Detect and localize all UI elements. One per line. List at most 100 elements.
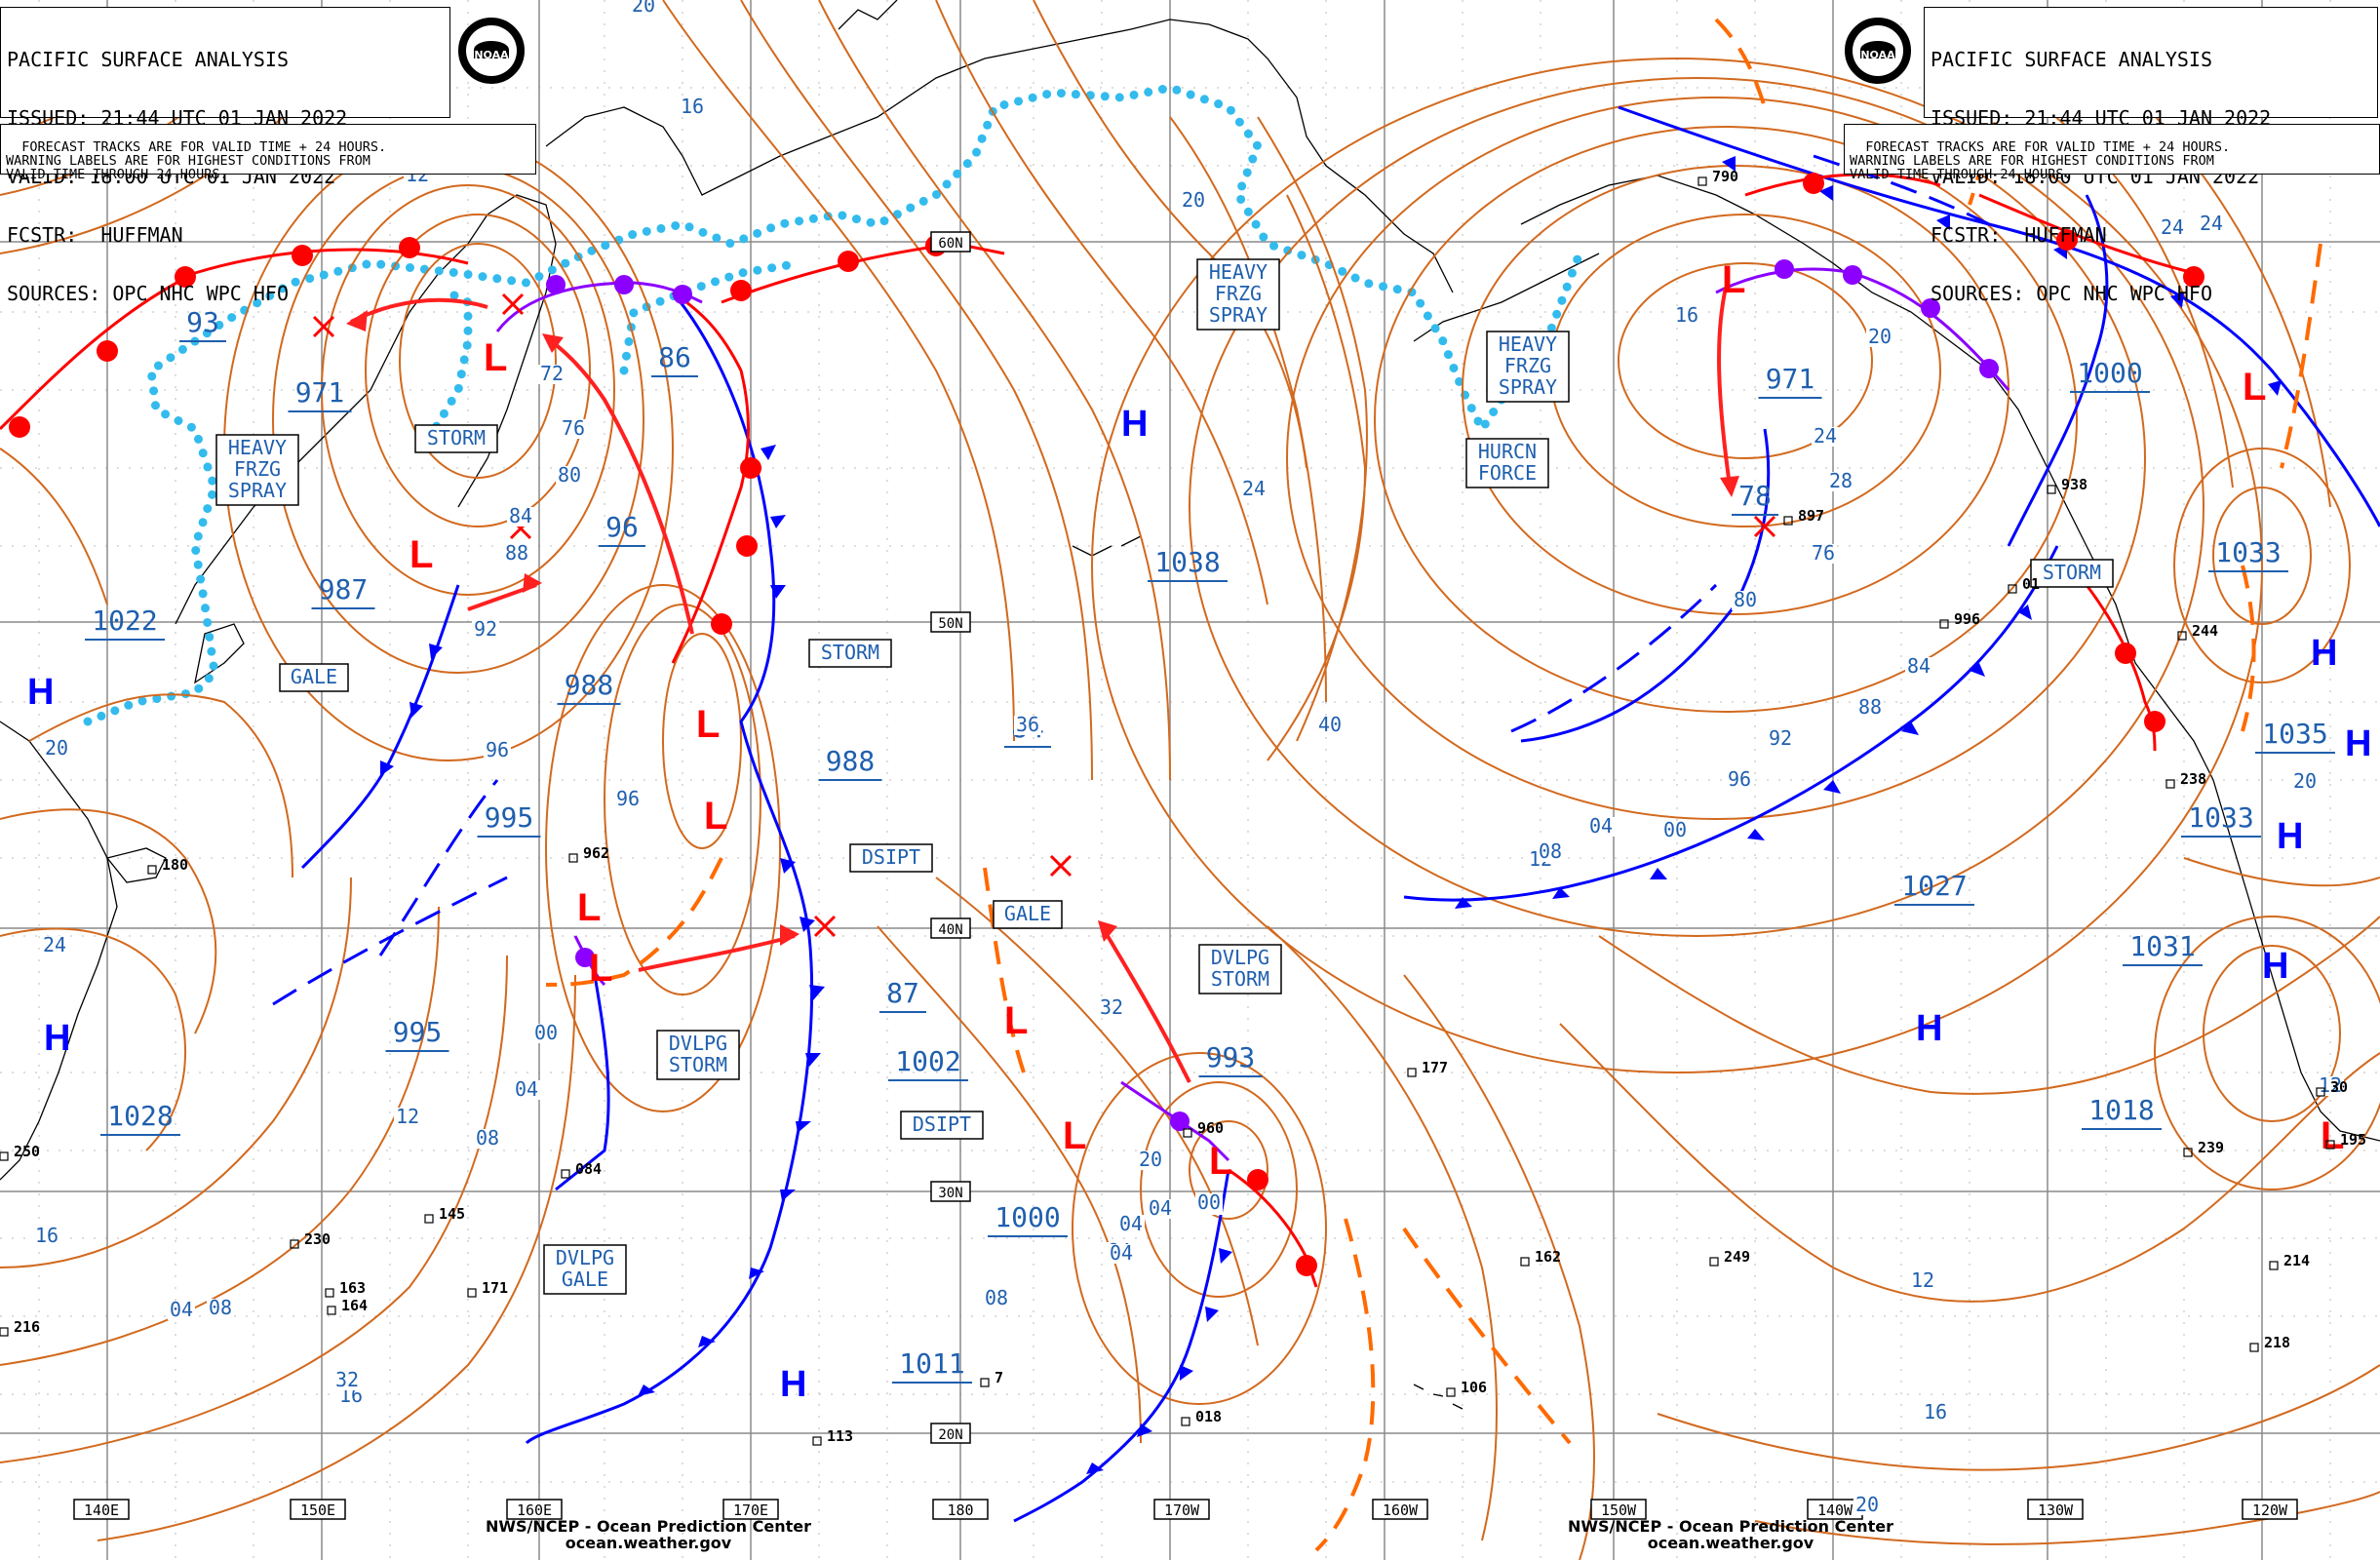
note-box-left: FORECAST TRACKS ARE FOR VALID TIME + 24 …	[0, 124, 536, 181]
latitude-label: 50N	[938, 616, 962, 632]
isobar-label: 04	[1149, 1196, 1172, 1220]
svg-text:H: H	[27, 672, 54, 713]
warning-label-line: DSIPT	[862, 845, 920, 869]
svg-text:H: H	[2311, 633, 2337, 674]
svg-text:L: L	[577, 886, 601, 929]
central-pressure-label: 86	[658, 341, 691, 373]
warning-label-line: STORM	[669, 1053, 727, 1076]
warning-label: STORM	[2043, 561, 2101, 584]
isobar-label: 16	[681, 95, 704, 118]
svg-text:L: L	[1722, 258, 1745, 301]
isobar-label: 88	[505, 541, 528, 565]
header-forecaster: FCSTR: HUFFMAN	[7, 223, 183, 247]
isobar-label: 08	[985, 1286, 1008, 1309]
isobar-label: 08	[209, 1296, 232, 1319]
isobar-label: 04	[1589, 814, 1613, 838]
warning-label-line: STORM	[821, 641, 879, 664]
warning-label-line: SPRAY	[228, 479, 287, 502]
station-pressure: 960	[1197, 1119, 1224, 1137]
warning-label-line: DSIPT	[913, 1112, 971, 1136]
isobar-label: 20	[1182, 188, 1205, 212]
warning-label: STORM	[427, 426, 486, 449]
warning-label-line: HEAVY	[1499, 332, 1557, 356]
warning-label: HEAVY FRZG SPRAY	[228, 436, 287, 502]
longitude-label: 170W	[1164, 1502, 1200, 1519]
central-pressure-label: 78	[1738, 480, 1772, 512]
central-pressure-label: 1000	[995, 1201, 1060, 1233]
isobar-label: 00	[534, 1021, 558, 1044]
isobar-label: 08	[476, 1126, 499, 1150]
svg-text:L: L	[589, 947, 612, 990]
svg-text:L: L	[2243, 366, 2266, 409]
svg-text:L: L	[1209, 1140, 1232, 1183]
longitude-label: 140E	[84, 1502, 119, 1519]
station-pressure: 239	[2198, 1139, 2224, 1156]
station-pressure: 962	[583, 844, 609, 862]
footer-right: NWS/NCEP - Ocean Prediction Center ocean…	[1526, 1518, 1935, 1551]
svg-text:L: L	[1004, 999, 1028, 1042]
station-pressure: 177	[1422, 1059, 1448, 1076]
isobar-label: 20	[632, 0, 655, 17]
isobar-label: 76	[562, 416, 585, 440]
warning-label-line: STORM	[1211, 967, 1269, 991]
station-pressure: 180	[162, 856, 188, 874]
central-pressure-label: 1033	[2215, 536, 2281, 568]
warning-label-line: FORCE	[1478, 461, 1537, 485]
warning-label-line: DVLPG	[1211, 946, 1269, 969]
warning-label: STORM	[821, 641, 879, 664]
station-pressure: 244	[2192, 622, 2218, 640]
station-pressure: 230	[304, 1230, 331, 1248]
central-pressure-label: 993	[1206, 1041, 1256, 1073]
isobar-label: 12	[1911, 1268, 1934, 1292]
warning-label-line: SPRAY	[1499, 375, 1557, 399]
station-pressure: 171	[482, 1279, 508, 1297]
warning-label-line: DVLPG	[669, 1032, 727, 1055]
station-pressure: 238	[2180, 770, 2206, 788]
isobar-label: 76	[1812, 541, 1835, 565]
station-pressure: 195	[2340, 1131, 2366, 1149]
central-pressure-label: 1027	[1901, 870, 1967, 902]
isobar-label: 96	[486, 738, 509, 761]
central-pressure-label: 988	[565, 669, 614, 701]
central-pressure-label: 988	[826, 745, 876, 777]
station-pressure: 018	[1195, 1408, 1222, 1425]
isobar-label: 88	[1858, 695, 1882, 719]
isobar-label: 32	[1100, 995, 1123, 1019]
svg-text:L: L	[484, 336, 507, 379]
svg-text:H: H	[2262, 946, 2288, 987]
isobar-label: 20	[1868, 325, 1892, 348]
isobar-label: 20	[1855, 1493, 1879, 1516]
station-pressure: 790	[1712, 168, 1738, 185]
isobar-label: 40	[1318, 713, 1342, 736]
central-pressure-label: 1031	[2129, 930, 2195, 962]
station-pressure: 250	[14, 1143, 40, 1160]
noaa-logo-text: NOAA	[474, 49, 509, 61]
footer-line-2: ocean.weather.gov	[1647, 1534, 1814, 1552]
station-pressure: 897	[1798, 507, 1824, 525]
isobar-label: 72	[540, 362, 564, 385]
isobar-label: 96	[616, 787, 640, 810]
warning-label-line: GALE	[1004, 902, 1051, 925]
longitude-label: 120W	[2252, 1502, 2288, 1519]
isobar-label: 20	[1139, 1148, 1162, 1171]
station-pressure: 218	[2264, 1334, 2290, 1351]
isobar-label: 20	[45, 736, 68, 760]
latitude-label: 40N	[938, 922, 962, 938]
isobar-label: 00	[1663, 818, 1687, 841]
isobar-label: 04	[515, 1077, 538, 1101]
station-pressure: 162	[1535, 1248, 1561, 1266]
station-pressure: 249	[1724, 1248, 1750, 1266]
station-pressure: 106	[1461, 1379, 1487, 1396]
station-pressure: 163	[339, 1279, 366, 1297]
central-pressure-label: 1035	[2262, 718, 2327, 750]
isobar-label: 80	[1734, 588, 1757, 611]
note-line-3: VALID TIME THROUGH 24 HOURS.	[6, 167, 228, 182]
station-pressure: 01	[2022, 575, 2040, 593]
footer-line-1: NWS/NCEP - Ocean Prediction Center	[1567, 1517, 1894, 1536]
station-pressure: 113	[827, 1427, 853, 1445]
isobar-label: 24	[43, 933, 66, 956]
isobar-label: 04	[1110, 1241, 1133, 1265]
warning-label: GALE	[1004, 902, 1051, 925]
central-pressure-label: 995	[393, 1016, 443, 1048]
header-sources: SOURCES: OPC NHC WPC HFO	[7, 282, 289, 305]
